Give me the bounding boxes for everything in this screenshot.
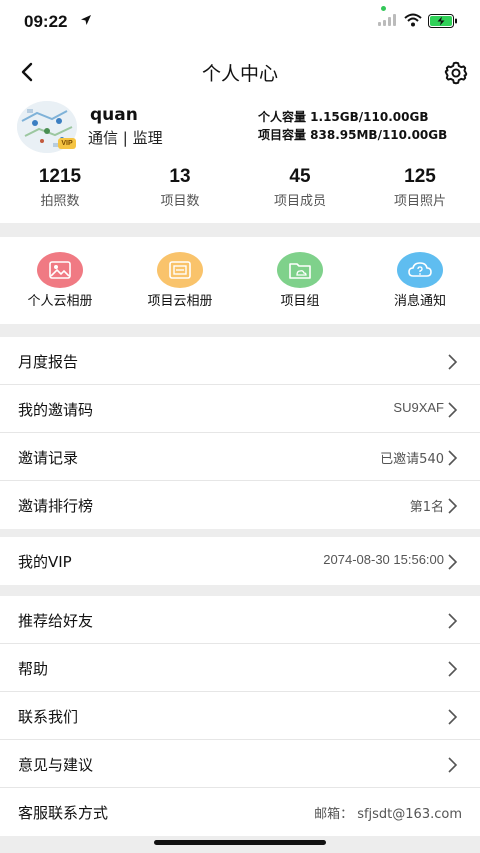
shortcut-project-group[interactable]: 项目组 — [240, 237, 360, 324]
status-bar: 09:22 — [0, 0, 480, 46]
stat-label: 拍照数 — [40, 194, 80, 209]
stat-label: 项目数 — [160, 194, 200, 209]
stat-value: 45 — [289, 166, 311, 187]
privacy-indicator-dot — [381, 6, 386, 11]
menu-row-invite-history[interactable]: 邀请记录 已邀请540 — [0, 433, 480, 481]
row-label: 客服联系方式 — [18, 804, 109, 822]
shortcut-grid: 个人云相册 项目云相册 项目组 消息通知 — [0, 237, 480, 324]
wifi-icon — [404, 13, 422, 27]
chevron-right-icon — [448, 450, 458, 466]
chevron-right-icon — [448, 757, 458, 773]
row-label: 邀请排行榜 — [18, 497, 94, 515]
stat-value: 1215 — [38, 166, 82, 187]
shortcut-notifications[interactable]: 消息通知 — [360, 237, 480, 324]
stat-members[interactable]: 45 项目成员 — [240, 166, 360, 209]
location-arrow-icon — [81, 15, 91, 25]
stat-project-photos[interactable]: 125 项目照片 — [360, 166, 480, 209]
row-value: 第1名 — [409, 500, 444, 515]
menu-row-help[interactable]: 帮助 — [0, 644, 480, 692]
row-value: 已邀请540 — [380, 452, 444, 467]
menu-group-vip: 我的VIP 2074-08-30 15:56:00 — [0, 537, 480, 585]
row-label: 推荐给好友 — [18, 612, 94, 630]
row-label: 我的VIP — [18, 553, 72, 571]
cellular-signal-icon — [378, 14, 396, 26]
menu-row-recommend[interactable]: 推荐给好友 — [0, 596, 480, 644]
page-title: 个人中心 — [201, 63, 278, 85]
menu-row-my-vip[interactable]: 我的VIP 2074-08-30 15:56:00 — [0, 537, 480, 585]
vip-badge: VIP — [58, 138, 76, 149]
menu-group-support: 推荐给好友 帮助 联系我们 意见与建议 客服联系方式 邮箱： sfjsdt@16… — [0, 596, 480, 836]
nav-bar: 个人中心 — [0, 46, 480, 98]
folder-icon — [277, 252, 323, 288]
home-indicator — [154, 840, 326, 845]
row-label: 联系我们 — [18, 708, 79, 726]
status-time: 09:22 — [24, 12, 68, 31]
chevron-right-icon — [448, 709, 458, 725]
shortcut-label: 项目云相册 — [147, 294, 213, 309]
row-value: SU9XAF — [393, 400, 444, 415]
cloud-question-icon — [397, 252, 443, 288]
row-value: 2074-08-30 15:56:00 — [323, 552, 444, 567]
stat-projects[interactable]: 13 项目数 — [120, 166, 240, 209]
chevron-right-icon — [448, 498, 458, 514]
chevron-right-icon — [448, 661, 458, 677]
shortcut-personal-album[interactable]: 个人云相册 — [0, 237, 120, 324]
menu-row-invite-ranking[interactable]: 邀请排行榜 第1名 — [0, 481, 480, 529]
row-label: 意见与建议 — [18, 756, 94, 774]
menu-group-invite: 月度报告 我的邀请码 SU9XAF 邀请记录 已邀请540 邀请排行榜 第1名 — [0, 337, 480, 529]
photo-icon — [37, 252, 83, 288]
stat-photos[interactable]: 1215 拍照数 — [0, 166, 120, 209]
chevron-right-icon — [448, 613, 458, 629]
project-storage: 项目容量 838.95MB/110.00GB — [258, 128, 448, 142]
personal-storage: 个人容量 1.15GB/110.00GB — [258, 110, 429, 124]
stat-label: 项目照片 — [393, 194, 446, 209]
row-label: 帮助 — [18, 660, 49, 678]
shortcut-label: 个人云相册 — [27, 294, 93, 309]
stat-label: 项目成员 — [273, 194, 326, 209]
chevron-right-icon — [448, 554, 458, 570]
menu-row-contact-us[interactable]: 联系我们 — [0, 692, 480, 740]
battery-charging-icon — [428, 14, 457, 28]
settings-gear-icon[interactable] — [443, 60, 469, 86]
shortcut-label: 项目组 — [280, 294, 320, 309]
stat-value: 125 — [404, 166, 436, 187]
menu-row-invite-code[interactable]: 我的邀请码 SU9XAF — [0, 385, 480, 433]
row-label: 邀请记录 — [18, 449, 79, 467]
shortcut-label: 消息通知 — [393, 294, 446, 309]
storage-info: 个人容量 1.15GB/110.00GB 项目容量 838.95MB/110.0… — [258, 108, 447, 144]
row-label: 我的邀请码 — [18, 401, 94, 419]
menu-row-customer-service[interactable]: 客服联系方式 邮箱： sfjsdt@163.com — [0, 788, 480, 836]
profile-card: VIP quan 通信 | 监理 个人容量 1.15GB/110.00GB 项目… — [0, 98, 480, 223]
menu-row-feedback[interactable]: 意见与建议 — [0, 740, 480, 788]
user-role: 通信 | 监理 — [88, 129, 163, 147]
username: quan — [90, 105, 138, 125]
chevron-right-icon — [448, 402, 458, 418]
row-label: 月度报告 — [18, 353, 79, 371]
stat-value: 13 — [169, 166, 191, 187]
stats-row: 1215 拍照数 13 项目数 45 项目成员 125 项目照片 — [0, 166, 480, 209]
row-value: 邮箱： sfjsdt@163.com — [314, 807, 462, 822]
menu-row-monthly-report[interactable]: 月度报告 — [0, 337, 480, 385]
shortcut-project-album[interactable]: 项目云相册 — [120, 237, 240, 324]
album-icon — [157, 252, 203, 288]
chevron-right-icon — [448, 354, 458, 370]
